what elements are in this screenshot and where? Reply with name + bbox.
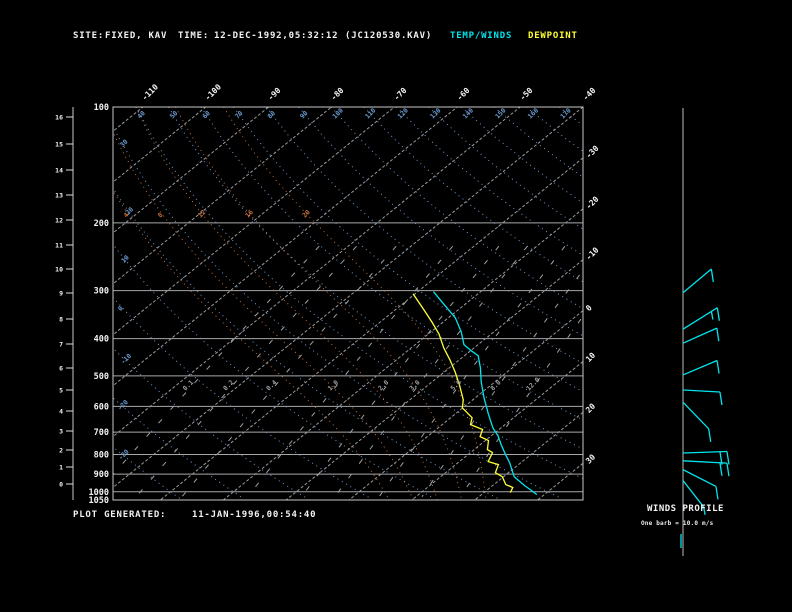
plot-generated-label: PLOT GENERATED:: [73, 510, 167, 520]
height-tick-label: 3: [59, 428, 63, 436]
dry-adiabat-label: 120: [396, 106, 410, 120]
pressure-tick-label: 700: [94, 428, 109, 438]
height-tick-label: 11: [55, 242, 63, 250]
mixing-ratio-label: 0.4: [265, 378, 279, 392]
height-tick-label: 5: [59, 387, 63, 395]
pressure-tick-label: 200: [94, 219, 109, 229]
right-temp-label: 30: [584, 452, 597, 465]
dry-adiabat-label: -10: [119, 352, 133, 366]
pressure-tick-label: 800: [94, 450, 109, 460]
height-tick-label: 16: [55, 114, 63, 122]
right-temp-label: -20: [584, 195, 601, 212]
mixing-ratio-label: 1.0: [326, 378, 340, 392]
pressure-tick-label: 600: [94, 402, 109, 412]
right-temp-label: 10: [584, 351, 597, 364]
height-tick-label: 6: [59, 365, 63, 373]
right-temp-label: 20: [584, 402, 597, 415]
height-tick-label: 8: [59, 316, 63, 324]
dry-adiabat-label: 140: [461, 106, 475, 120]
height-tick-label: 14: [55, 167, 63, 175]
dry-adiabat-label: 80: [266, 109, 277, 120]
right-temp-label: -10: [584, 245, 601, 262]
height-tick-label: 9: [59, 290, 63, 298]
wind-barb: [682, 469, 719, 500]
winds-profile-title: WINDS PROFILE: [647, 504, 724, 514]
axis-labels: 10020030040050060070080090010001050-110-…: [89, 82, 601, 506]
right-temp-label: 0: [584, 303, 594, 313]
right-temp-label: -30: [584, 144, 601, 161]
mixing-ratio-label: 12.0: [525, 376, 542, 393]
pressure-tick-label: 300: [94, 287, 109, 297]
mixing-ratio-label: 2.0: [377, 378, 391, 392]
dry-adiabat-label: 130: [429, 106, 443, 120]
winds-profile-subtitle: One barb = 10.0 m/s: [641, 520, 714, 527]
isotherms: [113, 107, 583, 500]
wind-barb: [682, 401, 712, 442]
pressure-tick-label: 400: [94, 335, 109, 345]
pressure-tick-label: 900: [94, 470, 109, 480]
plot-generated-value: 11-JAN-1996,00:54:40: [192, 510, 317, 520]
winds-profile: [680, 108, 730, 556]
top-temp-label: -50: [518, 86, 535, 103]
height-tick-label: 7: [59, 341, 63, 349]
dry-adiabat-label: 60: [201, 109, 212, 120]
dry-adiabat-label: -30: [117, 448, 131, 462]
height-tick-label: 4: [59, 408, 63, 416]
dry-adiabat-label: 50: [168, 109, 179, 120]
pressure-tick-label: 500: [94, 372, 109, 382]
dry-adiabat-label: 160: [526, 106, 540, 120]
wind-barb: [682, 359, 720, 376]
height-tick-label: 1: [59, 464, 63, 472]
dry-adiabat-label: 150: [494, 106, 508, 120]
chart-border: [112, 106, 584, 501]
top-temp-label: -100: [203, 82, 223, 102]
height-axis: 012345678910111213141516: [55, 107, 74, 500]
wind-barb: [682, 307, 720, 330]
mixing-ratio-label: 3.0: [408, 378, 422, 392]
mixing-ratio-label: 0.1: [181, 378, 195, 392]
top-temp-label: -60: [455, 86, 472, 103]
dry-adiabat-label: 170: [559, 106, 573, 120]
top-temp-label: -80: [329, 86, 346, 103]
top-temp-label: -70: [392, 86, 409, 103]
pressure-tick-label: 1050: [89, 496, 109, 506]
wind-barb: [682, 268, 714, 294]
dry-adiabat-label: 100: [331, 106, 345, 120]
dewpoint-curve: [412, 293, 514, 493]
height-tick-label: 2: [59, 447, 63, 455]
height-tick-label: 10: [55, 266, 63, 274]
dry-adiabat-label: 70: [233, 109, 244, 120]
pressure-gridlines: [113, 222, 583, 493]
mixing-ratio-label: 0.2: [222, 378, 236, 392]
height-tick-label: 15: [55, 141, 63, 149]
dry-adiabats: [113, 107, 583, 499]
height-tick-label: 12: [55, 217, 63, 225]
dry-adiabat-label: 30: [118, 138, 129, 149]
dry-adiabat-label: -20: [116, 398, 130, 412]
top-temp-label: -90: [266, 86, 283, 103]
moist-adiabat-label: 12: [196, 208, 207, 219]
skewt-app-window: SITE: FIXED, KAV TIME: 12-DEC-1992,05:32…: [0, 0, 792, 612]
height-tick-label: 0: [59, 481, 63, 489]
mixing-ratio-lines: [113, 245, 583, 498]
mixing-ratio-label: 8.0: [489, 378, 503, 392]
height-tick-label: 13: [55, 192, 63, 200]
top-temp-label: -110: [140, 82, 160, 102]
sounding-curves: [412, 291, 538, 496]
wind-barb: [682, 389, 723, 406]
wind-barb: [682, 327, 720, 344]
pressure-tick-label: 100: [94, 103, 109, 113]
top-temp-label: -40: [581, 86, 598, 103]
temperature-curve: [432, 291, 538, 496]
dry-adiabat-label: 110: [363, 106, 377, 120]
